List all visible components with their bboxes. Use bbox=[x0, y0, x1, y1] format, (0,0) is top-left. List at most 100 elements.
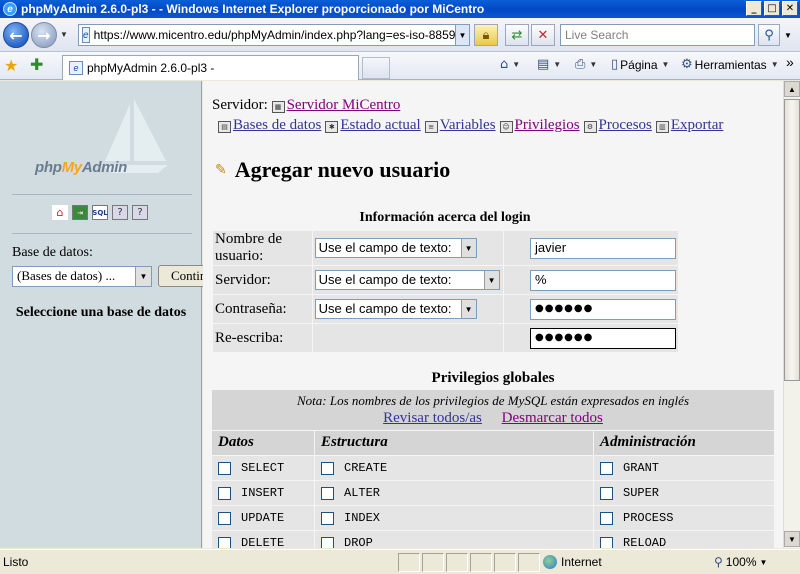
username-mode-select[interactable]: Use el campo de texto: ▼ bbox=[314, 238, 477, 258]
close-button[interactable]: ✕ bbox=[782, 1, 798, 16]
tab-privileges[interactable]: ☺ Privilegios bbox=[499, 117, 580, 134]
left-navigation-frame: phpMyAdmin ⌂ ⇥ SQL ? ? Base de datos: (B… bbox=[0, 81, 208, 548]
tab-export-label[interactable]: Exportar bbox=[671, 117, 723, 133]
host-input[interactable]: % bbox=[530, 269, 676, 291]
main-vertical-scrollbar[interactable]: ▲ ▼ bbox=[783, 81, 800, 548]
checkbox[interactable] bbox=[218, 461, 231, 475]
scroll-down-icon[interactable]: ▼ bbox=[784, 531, 800, 547]
checkbox[interactable] bbox=[218, 511, 231, 525]
uncheck-all-link[interactable]: Desmarcar todos bbox=[502, 410, 603, 426]
chevron-down-icon: ▼ bbox=[135, 267, 151, 286]
privilege-index[interactable]: INDEX bbox=[315, 506, 593, 530]
checkbox[interactable] bbox=[600, 461, 613, 475]
retype-password-input[interactable]: ●●●●●● bbox=[530, 327, 676, 349]
continue-button[interactable]: Continuar bbox=[158, 265, 208, 287]
phpmyadmin-logo[interactable]: phpMyAdmin bbox=[35, 159, 127, 176]
status-segment bbox=[470, 553, 492, 572]
minimize-button[interactable]: _ bbox=[746, 1, 762, 16]
database-select[interactable]: (Bases de datos) ... ▼ bbox=[12, 266, 152, 287]
privilege-process[interactable]: PROCESS bbox=[594, 506, 774, 530]
password-mode-select[interactable]: Use el campo de texto: ▼ bbox=[314, 299, 477, 319]
tools-menu[interactable]: ⚙ Herramientas ▼ bbox=[681, 57, 779, 72]
checkbox[interactable] bbox=[218, 536, 231, 548]
search-button[interactable]: ⚲ bbox=[758, 24, 780, 46]
host-mode-select[interactable]: Use el campo de texto: ▼ bbox=[314, 270, 500, 290]
username-input[interactable]: javier bbox=[530, 237, 676, 259]
checkbox[interactable] bbox=[600, 511, 613, 525]
feeds-command[interactable]: ▤ ▼ bbox=[537, 57, 561, 72]
chevron-down-icon: ▼ bbox=[759, 557, 768, 567]
status-segment bbox=[518, 553, 540, 572]
page-menu[interactable]: ▯ Página ▼ bbox=[611, 57, 669, 72]
checkbox[interactable] bbox=[321, 486, 334, 500]
privilege-update[interactable]: UPDATE bbox=[212, 506, 314, 530]
tab-export[interactable]: ▥ Exportar bbox=[655, 117, 723, 134]
privilege-super[interactable]: SUPER bbox=[594, 481, 774, 505]
privilege-reload[interactable]: RELOAD bbox=[594, 531, 774, 548]
tab-databases[interactable]: ▤ Bases de datos bbox=[218, 117, 321, 134]
tab-privileges-label[interactable]: Privilegios bbox=[515, 117, 580, 133]
help-icon[interactable]: ? bbox=[132, 205, 148, 220]
tab-variables-label[interactable]: Variables bbox=[440, 117, 496, 133]
checkbox[interactable] bbox=[321, 536, 334, 548]
print-command[interactable]: ⎙ ▼ bbox=[575, 57, 597, 72]
privilege-select[interactable]: SELECT bbox=[212, 456, 314, 480]
forward-arrow-icon: → bbox=[37, 25, 51, 45]
checkbox[interactable] bbox=[321, 461, 334, 475]
scroll-up-icon[interactable]: ▲ bbox=[784, 81, 800, 97]
tab-status-label[interactable]: Estado actual bbox=[340, 117, 420, 133]
privilege-create[interactable]: CREATE bbox=[315, 456, 593, 480]
checkbox[interactable] bbox=[600, 486, 613, 500]
forward-button[interactable]: → bbox=[31, 22, 57, 48]
security-lock-button[interactable]: 🔒︎ bbox=[474, 24, 498, 46]
tab-processes-label[interactable]: Procesos bbox=[599, 117, 652, 133]
stop-button[interactable]: ✕ bbox=[531, 24, 555, 46]
privilege-insert[interactable]: INSERT bbox=[212, 481, 314, 505]
password-input[interactable]: ●●●●●● bbox=[530, 298, 676, 320]
browser-tab[interactable]: e phpMyAdmin 2.6.0-pl3 - bbox=[62, 55, 359, 80]
exit-icon[interactable]: ⇥ bbox=[72, 205, 88, 220]
server-icon: ▦ bbox=[271, 101, 285, 113]
checkbox[interactable] bbox=[321, 511, 334, 525]
export-icon: ▥ bbox=[655, 121, 669, 133]
privilege-delete[interactable]: DELETE bbox=[212, 531, 314, 548]
address-dropdown-icon[interactable]: ▼ bbox=[455, 25, 469, 45]
docs-icon[interactable]: ? bbox=[112, 205, 128, 220]
history-dropdown-icon[interactable]: ▼ bbox=[60, 30, 68, 39]
database-label: Base de datos: bbox=[12, 245, 93, 260]
tab-variables[interactable]: ≡ Variables bbox=[424, 117, 496, 134]
favorites-star-icon[interactable]: ★ bbox=[4, 56, 18, 75]
privilege-label: INSERT bbox=[241, 486, 285, 500]
refresh-button[interactable]: ⇄ bbox=[505, 24, 529, 46]
sql-icon[interactable]: SQL bbox=[92, 205, 108, 220]
maximize-button[interactable]: □ bbox=[764, 1, 780, 16]
check-all-link[interactable]: Revisar todos/as bbox=[383, 410, 482, 426]
privileges-column-administration: Administración GRANT SUPER PROCESS RELOA… bbox=[594, 431, 774, 548]
logo-my: My bbox=[61, 159, 83, 176]
home-icon[interactable]: ⌂ bbox=[52, 205, 68, 220]
address-bar[interactable]: e https://www.micentro.edu/phpMyAdmin/in… bbox=[78, 24, 470, 46]
privilege-label: PROCESS bbox=[623, 511, 674, 525]
privilege-drop[interactable]: DROP bbox=[315, 531, 593, 548]
window-title-bar[interactable]: e phpMyAdmin 2.6.0-pl3 - - Windows Inter… bbox=[0, 0, 800, 18]
search-input[interactable]: Live Search bbox=[560, 24, 755, 46]
zoom-control[interactable]: ⚲ 100% ▼ bbox=[714, 555, 767, 569]
new-tab-button[interactable] bbox=[362, 57, 390, 79]
server-link[interactable]: Servidor MiCentro bbox=[287, 97, 401, 113]
security-zone[interactable]: Internet bbox=[543, 555, 602, 569]
tab-processes[interactable]: ⚙ Procesos bbox=[583, 117, 652, 134]
add-favorite-icon[interactable]: ✚ bbox=[30, 55, 43, 74]
search-options-dropdown-icon[interactable]: ▼ bbox=[784, 31, 792, 40]
back-button[interactable]: ← bbox=[3, 22, 29, 48]
stop-icon: ✕ bbox=[537, 27, 549, 43]
checkbox[interactable] bbox=[218, 486, 231, 500]
scrollbar-thumb[interactable] bbox=[784, 99, 800, 381]
privilege-alter[interactable]: ALTER bbox=[315, 481, 593, 505]
privilege-grant[interactable]: GRANT bbox=[594, 456, 774, 480]
home-command[interactable]: ⌂ ▼ bbox=[500, 57, 520, 72]
checkbox[interactable] bbox=[600, 536, 613, 548]
tab-status[interactable]: ✱ Estado actual bbox=[325, 117, 421, 134]
more-commands-icon[interactable]: » bbox=[786, 54, 794, 70]
tab-databases-label[interactable]: Bases de datos bbox=[233, 117, 321, 133]
privilege-label: CREATE bbox=[344, 461, 388, 475]
